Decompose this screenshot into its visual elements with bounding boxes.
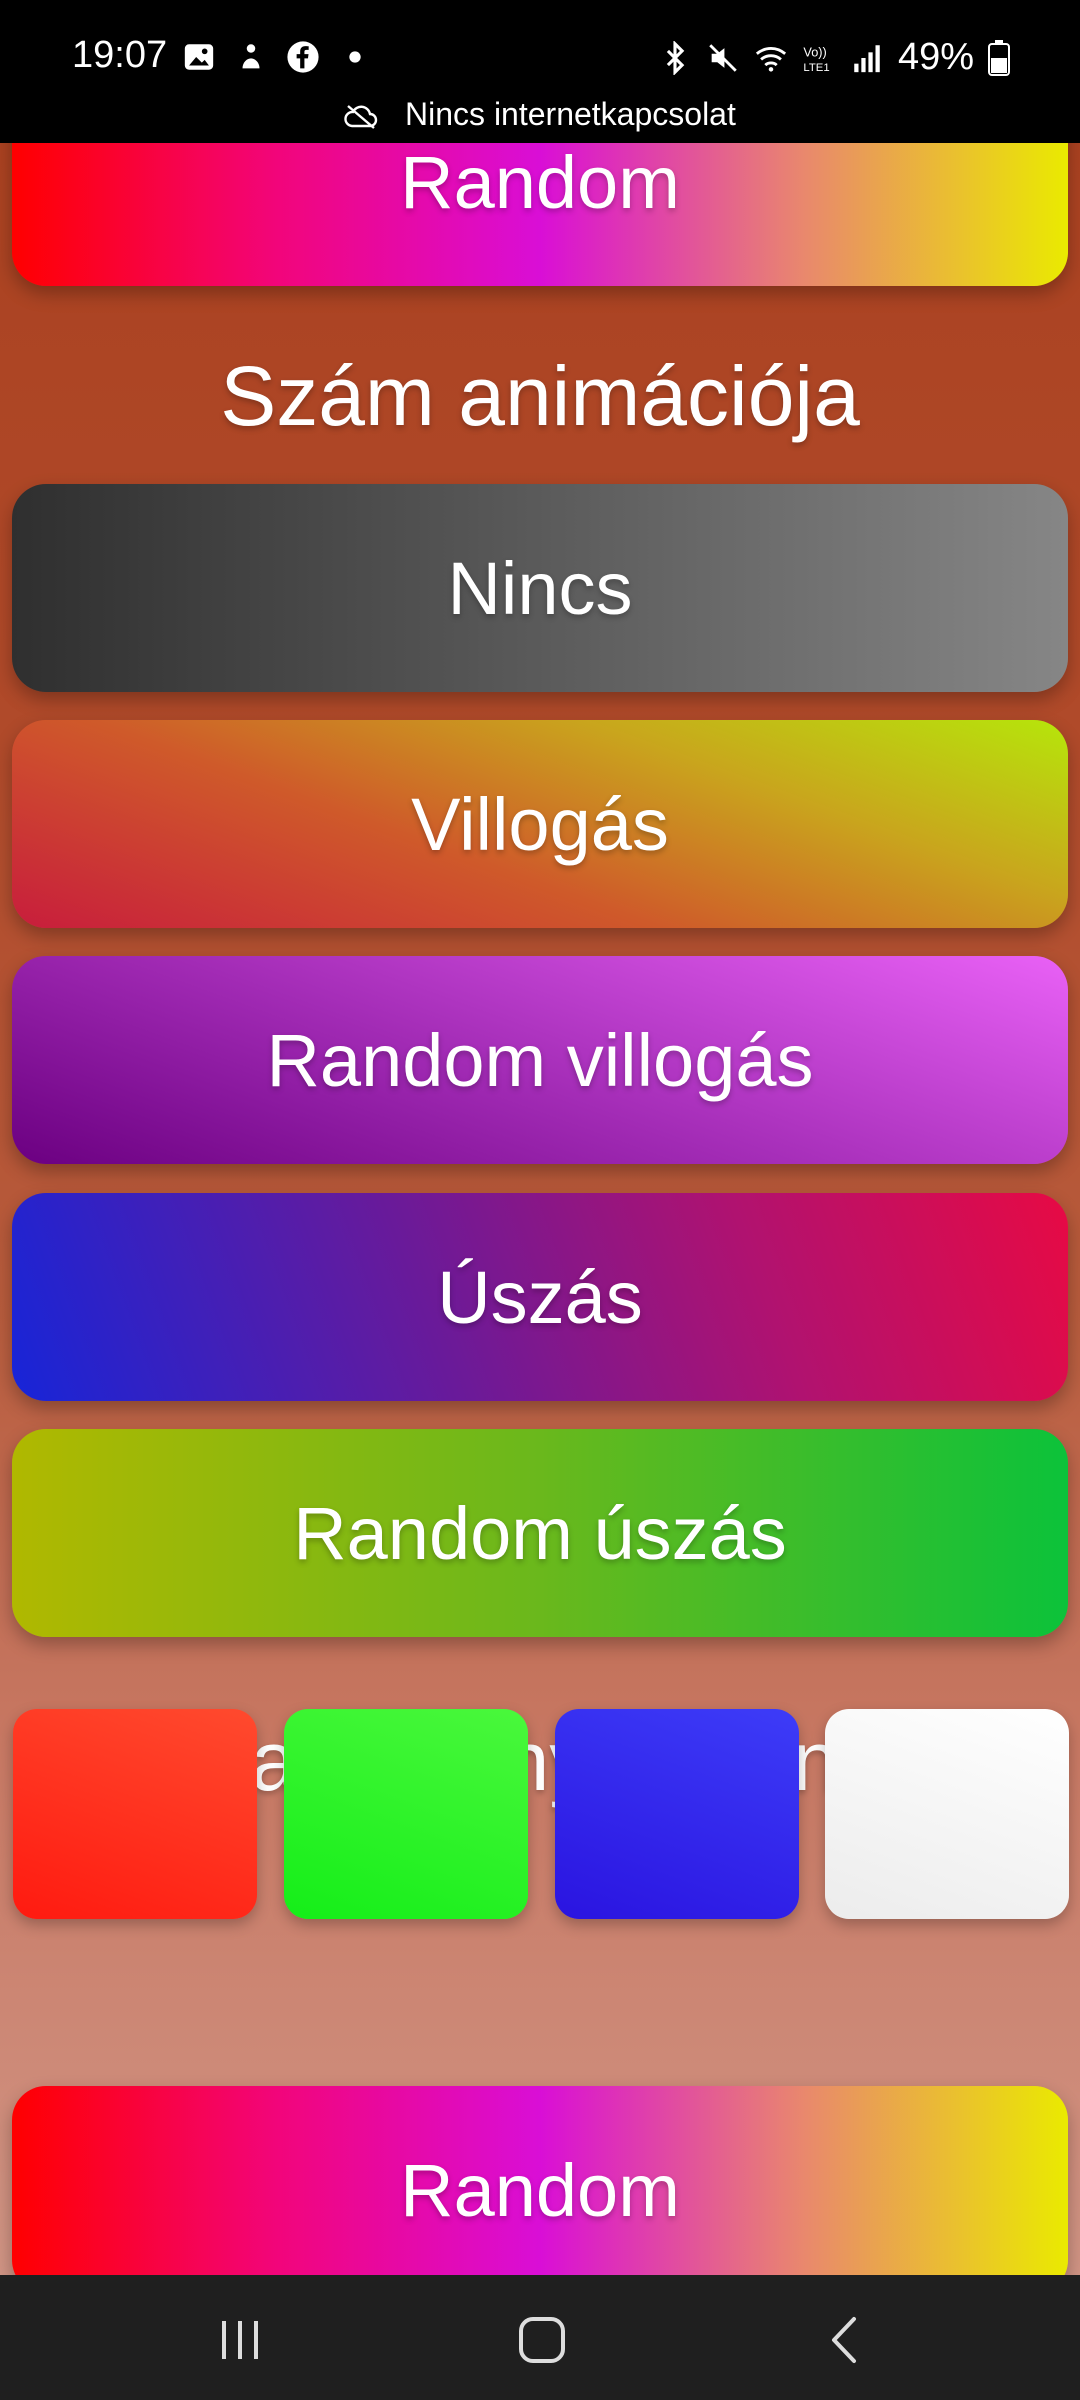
animation-random-swim-button[interactable]: Random úszás	[12, 1429, 1068, 1637]
animation-random-blink-label: Random villogás	[266, 1018, 814, 1102]
system-icons: Vo)) LTE1 49%	[658, 36, 1010, 79]
network-status: Nincs internetkapcsolat	[0, 96, 1080, 133]
navigation-bar	[0, 2275, 1080, 2400]
white-color-swatch[interactable]	[825, 1709, 1069, 1919]
battery-icon	[988, 39, 1010, 76]
volte-icon: Vo)) LTE1	[803, 44, 829, 73]
status-bar: 19:07 Vo)) LTE1 49% Nincs internetkapcsol…	[0, 0, 1080, 143]
animation-swim-button[interactable]: Úszás	[12, 1193, 1068, 1401]
battery-percent: 49%	[897, 36, 974, 78]
status-time: 19:07	[72, 34, 168, 76]
svg-text:LTE1: LTE1	[803, 61, 829, 73]
animation-blink-label: Villogás	[411, 782, 669, 866]
green-color-swatch[interactable]	[284, 1709, 528, 1919]
random-tree-color-label: Random	[400, 2148, 680, 2232]
home-icon[interactable]	[512, 2315, 572, 2365]
red-color-swatch[interactable]	[13, 1709, 257, 1919]
animation-random-swim-label: Random úszás	[293, 1491, 787, 1575]
animation-none-label: Nincs	[447, 546, 633, 630]
notification-icons	[182, 40, 372, 74]
network-status-text: Nincs internetkapcsolat	[405, 96, 736, 132]
random-color-label: Random	[400, 143, 680, 224]
back-icon[interactable]	[816, 2315, 876, 2365]
svg-text:Vo)): Vo))	[803, 44, 826, 59]
animation-blink-button[interactable]: Villogás	[12, 720, 1068, 928]
bluetooth-icon	[666, 40, 685, 75]
number-animation-title: Szám animációja	[220, 349, 860, 443]
random-tree-color-button[interactable]: Random	[12, 2086, 1068, 2275]
random-color-button[interactable]: Random	[12, 143, 1068, 286]
gallery-icon	[184, 44, 214, 70]
signal-icon	[854, 44, 880, 72]
messenger-icon	[242, 44, 260, 69]
settings-content[interactable]: Random Szám animációja Nincs Villogás Ra…	[0, 143, 1080, 2275]
dot-icon	[349, 51, 361, 63]
animation-none-button[interactable]: Nincs	[12, 484, 1068, 692]
mute-icon	[709, 43, 737, 72]
cloud-off-icon	[344, 104, 378, 129]
animation-swim-label: Úszás	[437, 1255, 643, 1339]
wifi-icon	[755, 46, 787, 72]
animation-random-blink-button[interactable]: Random villogás	[12, 956, 1068, 1164]
blue-color-swatch[interactable]	[555, 1709, 799, 1919]
facebook-icon	[287, 41, 319, 73]
recents-icon[interactable]	[210, 2315, 270, 2365]
